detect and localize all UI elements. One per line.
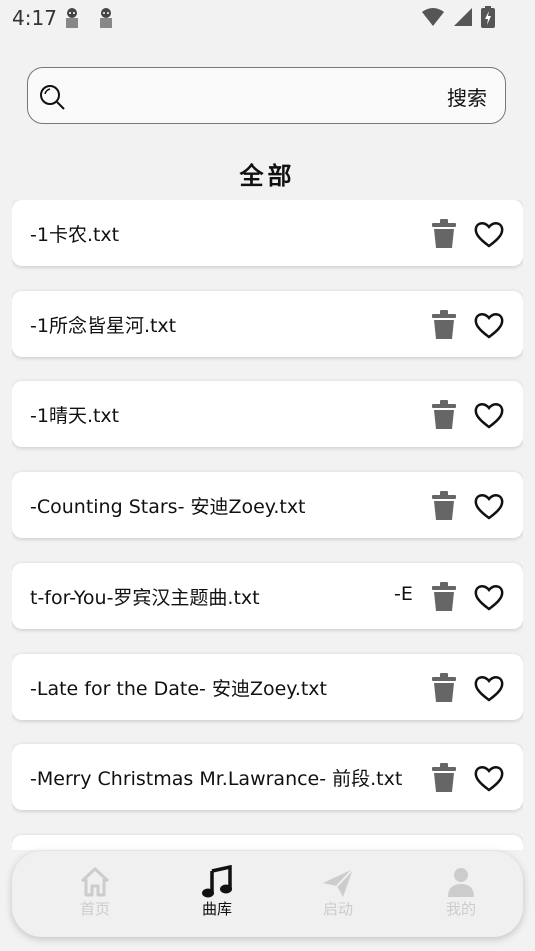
file-name: t-for-You-罗宾汉主题曲.txt <box>30 587 260 609</box>
file-name: -1卡农.txt <box>30 224 120 246</box>
paper-plane-icon <box>323 868 354 897</box>
music-note-icon <box>202 865 232 898</box>
heart-icon[interactable] <box>474 674 504 702</box>
file-name: -Merry Christmas Mr.Lawrance- 前段.txt <box>30 768 403 790</box>
nav-item-launch[interactable]: 启动 <box>298 865 378 919</box>
trash-icon[interactable] <box>430 400 458 430</box>
list-item[interactable]: -1卡农.txt <box>12 200 523 266</box>
nav-label: 首页 <box>79 900 110 918</box>
heart-icon[interactable] <box>474 764 504 792</box>
wifi-icon <box>422 8 444 26</box>
file-name: -1晴天.txt <box>30 405 120 427</box>
search-bar: 搜索 <box>27 67 506 124</box>
app-notification-icon <box>100 8 112 28</box>
nav-label: 曲库 <box>201 900 232 918</box>
app-notification-icon <box>66 8 78 28</box>
notification-icons <box>60 6 118 30</box>
list-item[interactable] <box>12 835 523 850</box>
heart-icon[interactable] <box>474 401 504 429</box>
cellular-signal-icon <box>454 8 472 26</box>
trash-icon[interactable] <box>430 582 458 612</box>
file-list: -1卡农.txt -1所念皆星河.txt -1晴天.txt -Counting … <box>12 200 523 850</box>
list-item[interactable]: -Merry Christmas Mr.Lawrance- 前段.txt <box>12 744 523 810</box>
nav-item-home[interactable]: 首页 <box>55 865 135 919</box>
heart-icon[interactable] <box>474 583 504 611</box>
person-icon <box>448 868 474 897</box>
list-item[interactable]: -Counting Stars- 安迪Zoey.txt <box>12 472 523 538</box>
file-name: -Counting Stars- 安迪Zoey.txt <box>30 496 306 518</box>
trash-icon[interactable] <box>430 673 458 703</box>
nav-item-library[interactable]: 曲库 <box>177 865 257 919</box>
trash-icon[interactable] <box>430 763 458 793</box>
list-item[interactable]: -1所念皆星河.txt <box>12 291 523 357</box>
list-item[interactable]: -Late for the Date- 安迪Zoey.txt <box>12 654 523 720</box>
file-name: -Late for the Date- 安迪Zoey.txt <box>30 678 328 700</box>
file-name-overflow: -E <box>394 583 413 605</box>
search-icon <box>40 85 65 110</box>
file-name: -1所念皆星河.txt <box>30 315 177 337</box>
heart-icon[interactable] <box>474 492 504 520</box>
bottom-nav: 首页 曲库 启动 我的 <box>12 851 523 937</box>
trash-icon[interactable] <box>430 219 458 249</box>
search-input[interactable] <box>80 80 414 114</box>
nav-label: 我的 <box>445 900 476 918</box>
search-button[interactable]: 搜索 <box>447 82 487 111</box>
heart-icon[interactable] <box>474 220 504 248</box>
trash-icon[interactable] <box>430 310 458 340</box>
nav-item-profile[interactable]: 我的 <box>421 865 501 919</box>
home-icon <box>80 867 110 897</box>
status-bar: 4:17 <box>0 0 535 36</box>
trash-icon[interactable] <box>430 491 458 521</box>
nav-label: 启动 <box>322 900 353 918</box>
list-item[interactable]: t-for-You-罗宾汉主题曲.txt -E <box>12 563 523 629</box>
list-item[interactable]: -1晴天.txt <box>12 381 523 447</box>
heart-icon[interactable] <box>474 311 504 339</box>
system-indicators <box>421 6 495 28</box>
battery-charging-icon <box>481 6 495 28</box>
section-title: 全部 <box>239 162 296 190</box>
status-time: 4:17 <box>12 6 57 30</box>
